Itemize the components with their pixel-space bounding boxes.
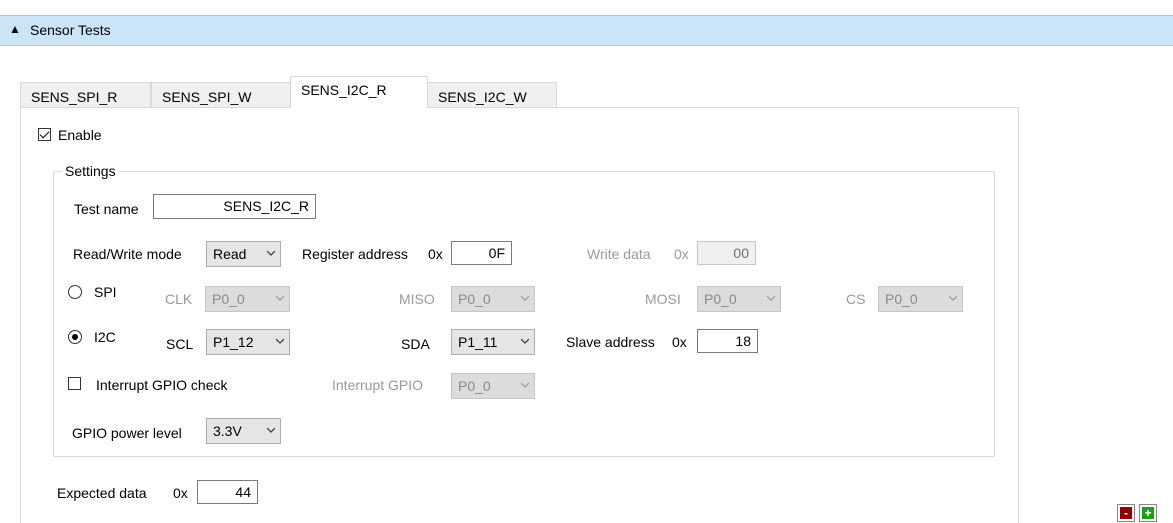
sda-select[interactable]: P1_11: [451, 329, 535, 355]
interrupt-gpio-check-label: Interrupt GPIO check: [96, 377, 228, 393]
triangle-up-icon: ▲: [9, 22, 21, 36]
sda-label: SDA: [401, 336, 430, 352]
tab-label: SENS_I2C_W: [438, 89, 527, 105]
clk-value: P0_0: [212, 291, 245, 307]
slave-prefix: 0x: [672, 334, 687, 350]
i2c-radio[interactable]: [68, 330, 82, 344]
mosi-label: MOSI: [645, 291, 681, 307]
cs-value: P0_0: [885, 291, 918, 307]
interrupt-gpio-value: P0_0: [458, 378, 491, 394]
chevron-down-icon: [521, 382, 529, 388]
chevron-down-icon: [767, 295, 775, 301]
add-button[interactable]: +: [1139, 504, 1157, 522]
scl-select[interactable]: P1_12: [206, 329, 290, 355]
tab-label: SENS_SPI_W: [162, 89, 252, 105]
cs-label: CS: [846, 291, 866, 307]
chevron-down-icon: [521, 295, 529, 301]
rw-mode-label: Read/Write mode: [73, 246, 182, 262]
miso-select[interactable]: P0_0: [451, 286, 535, 312]
section-header-sensor-tests[interactable]: ▲ Sensor Tests: [0, 15, 1173, 46]
tab-label: SENS_SPI_R: [31, 89, 118, 105]
write-data-prefix: 0x: [674, 246, 689, 262]
miso-value: P0_0: [458, 291, 491, 307]
test-name-input[interactable]: SENS_I2C_R: [153, 194, 316, 219]
chevron-down-icon: [276, 295, 284, 301]
mosi-select[interactable]: P0_0: [697, 286, 781, 312]
i2c-label: I2C: [94, 329, 116, 345]
interrupt-gpio-checkbox[interactable]: [68, 377, 81, 390]
clk-select[interactable]: P0_0: [205, 286, 290, 312]
register-address-label: Register address: [302, 246, 408, 262]
spi-label: SPI: [94, 284, 117, 300]
interrupt-gpio-select[interactable]: P0_0: [451, 373, 535, 399]
interrupt-gpio-label: Interrupt GPIO: [332, 377, 424, 393]
gpio-power-label: GPIO power level: [72, 425, 182, 441]
gpio-power-select[interactable]: 3.3V: [206, 418, 281, 444]
register-address-input[interactable]: 0F: [451, 241, 512, 265]
expected-data-label: Expected data: [57, 485, 147, 501]
scl-value: P1_12: [213, 334, 254, 350]
scl-label: SCL: [166, 336, 194, 352]
cs-select[interactable]: P0_0: [878, 286, 963, 312]
chevron-down-icon: [276, 338, 284, 344]
expected-data-input[interactable]: 44: [197, 480, 258, 504]
sda-value: P1_11: [458, 334, 498, 350]
write-data-label: Write data: [587, 246, 651, 262]
tab-sens-spi-r[interactable]: SENS_SPI_R: [20, 82, 151, 107]
write-data-input[interactable]: 00: [697, 241, 756, 265]
slave-address-input[interactable]: 18: [697, 329, 758, 353]
tab-sens-i2c-w[interactable]: SENS_I2C_W: [427, 82, 557, 107]
settings-title: Settings: [62, 163, 119, 179]
chevron-down-icon: [267, 427, 275, 433]
expected-data-prefix: 0x: [173, 485, 188, 501]
test-name-label: Test name: [74, 201, 139, 217]
section-title: Sensor Tests: [30, 22, 111, 38]
rw-mode-value: Read: [213, 246, 247, 262]
tab-label: SENS_I2C_R: [301, 82, 387, 98]
clk-label: CLK: [165, 291, 193, 307]
tab-sens-spi-w[interactable]: SENS_SPI_W: [151, 82, 291, 107]
miso-label: MISO: [399, 291, 435, 307]
spi-radio[interactable]: [68, 285, 82, 299]
register-prefix: 0x: [428, 246, 443, 262]
chevron-down-icon: [267, 250, 275, 256]
slave-address-label: Slave address: [566, 334, 655, 350]
rw-mode-select[interactable]: Read: [206, 241, 281, 267]
chevron-down-icon: [521, 338, 529, 344]
chevron-down-icon: [949, 295, 957, 301]
tab-sens-i2c-r[interactable]: SENS_I2C_R: [290, 76, 428, 108]
enable-checkbox[interactable]: [38, 128, 51, 141]
enable-label: Enable: [58, 127, 102, 143]
mosi-value: P0_0: [704, 291, 737, 307]
gpio-power-value: 3.3V: [213, 423, 242, 439]
remove-button[interactable]: -: [1117, 504, 1135, 522]
